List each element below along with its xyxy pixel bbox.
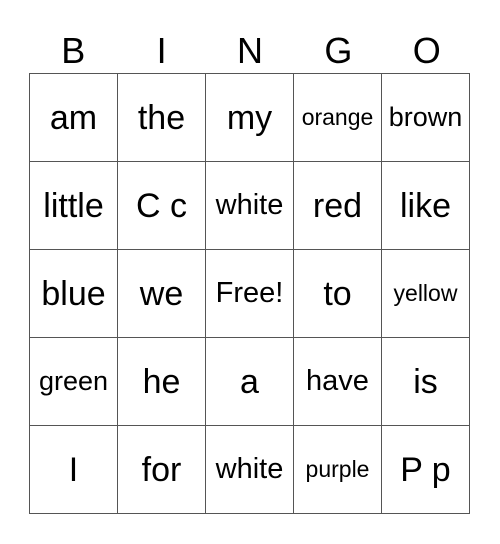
header-letter-g: G xyxy=(324,30,353,71)
bingo-cell[interactable]: purple xyxy=(293,425,382,514)
bingo-cell[interactable]: is xyxy=(381,337,470,426)
grid-row: am the my orange brown xyxy=(29,73,470,162)
bingo-cell[interactable]: yellow xyxy=(381,249,470,338)
bingo-cell[interactable]: like xyxy=(381,161,470,250)
bingo-cell[interactable]: white xyxy=(205,425,294,514)
bingo-cell[interactable]: C c xyxy=(117,161,206,250)
bingo-cell[interactable]: we xyxy=(117,249,206,338)
bingo-cell[interactable]: he xyxy=(117,337,206,426)
bingo-cell[interactable]: have xyxy=(293,337,382,426)
header-letter-b: B xyxy=(61,30,86,71)
header-letter-n: N xyxy=(236,30,263,71)
bingo-cell[interactable]: red xyxy=(293,161,382,250)
bingo-cell[interactable]: orange xyxy=(293,73,382,162)
grid-row: blue we Free! to yellow xyxy=(29,249,470,338)
grid-row: I for white purple P p xyxy=(29,425,470,514)
bingo-cell[interactable]: white xyxy=(205,161,294,250)
bingo-cell[interactable]: I xyxy=(29,425,118,514)
header-letter-i: I xyxy=(156,30,167,71)
bingo-cell[interactable]: for xyxy=(117,425,206,514)
bingo-cell[interactable]: P p xyxy=(381,425,470,514)
bingo-cell[interactable]: my xyxy=(205,73,294,162)
free-space-cell[interactable]: Free! xyxy=(205,249,294,338)
bingo-cell[interactable]: green xyxy=(29,337,118,426)
bingo-cell[interactable]: brown xyxy=(381,73,470,162)
bingo-cell[interactable]: am xyxy=(29,73,118,162)
bingo-cell[interactable]: the xyxy=(117,73,206,162)
bingo-grid: am the my orange brown little C c white … xyxy=(29,73,470,514)
bingo-header: B I N G O xyxy=(29,30,471,72)
bingo-cell[interactable]: blue xyxy=(29,249,118,338)
grid-row: little C c white red like xyxy=(29,161,470,250)
grid-row: green he a have is xyxy=(29,337,470,426)
header-letter-o: O xyxy=(412,30,441,71)
bingo-cell[interactable]: to xyxy=(293,249,382,338)
bingo-cell[interactable]: a xyxy=(205,337,294,426)
bingo-cell[interactable]: little xyxy=(29,161,118,250)
